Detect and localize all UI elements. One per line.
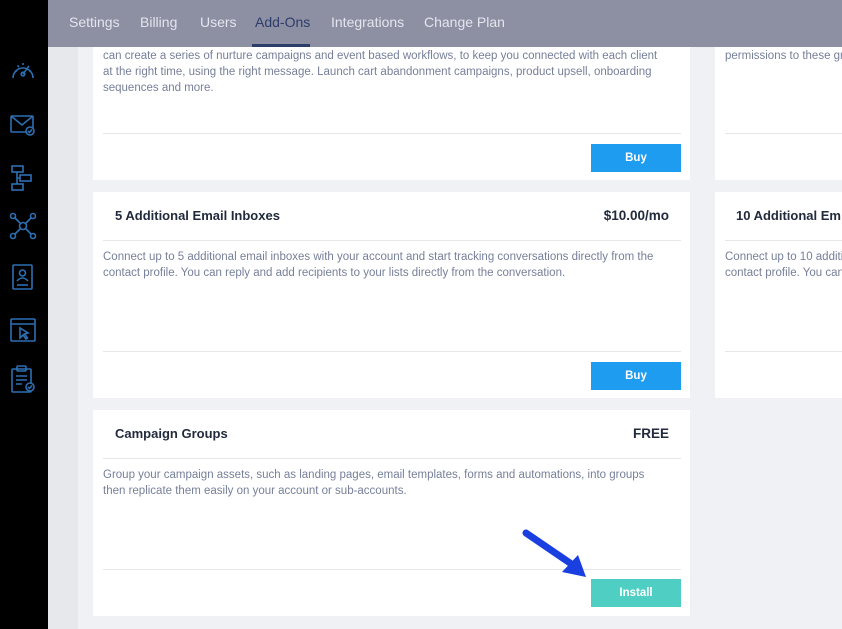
card-divider [725, 351, 842, 352]
browser-cursor-icon[interactable] [8, 315, 38, 345]
tab-integrations[interactable]: Integrations [331, 14, 404, 30]
workflow-icon[interactable] [8, 163, 38, 193]
clipboard-checklist-icon[interactable] [8, 364, 38, 394]
addon-description: Connect up to 5 additional email inboxes… [103, 251, 654, 279]
card-divider [103, 458, 681, 459]
addon-card-workflows: can create a series of nurture campaigns… [93, 30, 690, 180]
annotation-arrow-icon [522, 529, 586, 577]
left-sidebar [0, 0, 48, 629]
tab-settings[interactable]: Settings [69, 14, 120, 30]
addon-description: Connect up to 10 additi contact profile.… [725, 251, 842, 279]
addon-title: 10 Additional Em [736, 208, 841, 223]
dashboard-gauge-icon[interactable] [8, 57, 38, 87]
card-divider [725, 240, 842, 241]
addon-title: 5 Additional Email Inboxes [115, 208, 280, 223]
addon-card-email-inboxes-5: 5 Additional Email Inboxes $10.00/mo Con… [93, 192, 690, 398]
tab-add-ons[interactable]: Add-Ons [255, 14, 310, 30]
addon-title: Campaign Groups [115, 426, 228, 441]
card-divider [103, 240, 681, 241]
addon-description: Group your campaign assets, such as land… [103, 469, 645, 497]
contact-card-icon[interactable] [8, 262, 38, 292]
addon-card-campaign-groups: Campaign Groups FREE Group your campaign… [93, 410, 690, 616]
top-nav-bar: Settings Billing Users Add-Ons Integrati… [48, 0, 842, 47]
install-button[interactable]: Install [591, 579, 681, 607]
tab-change-plan[interactable]: Change Plan [424, 14, 505, 30]
main-content: can create a series of nurture campaigns… [48, 0, 842, 629]
network-icon[interactable] [8, 211, 38, 241]
tab-billing[interactable]: Billing [140, 14, 177, 30]
addon-card-permissions: permissions to these gr [715, 30, 842, 180]
buy-button[interactable]: Buy [591, 144, 681, 172]
tab-users[interactable]: Users [200, 14, 237, 30]
card-divider [103, 351, 681, 352]
addon-price: FREE [632, 426, 669, 441]
email-icon[interactable] [8, 110, 38, 140]
card-divider [103, 569, 681, 570]
card-divider [103, 133, 681, 134]
buy-button[interactable]: Buy [591, 362, 681, 390]
left-gutter [48, 0, 78, 629]
addon-price: $10.00/mo [603, 208, 669, 223]
active-tab-indicator [252, 44, 310, 47]
addon-description: permissions to these gr [725, 50, 842, 62]
card-divider [725, 133, 842, 134]
addon-card-email-inboxes-10: 10 Additional Em Connect up to 10 additi… [715, 192, 842, 398]
addon-description: can create a series of nurture campaigns… [103, 50, 658, 94]
